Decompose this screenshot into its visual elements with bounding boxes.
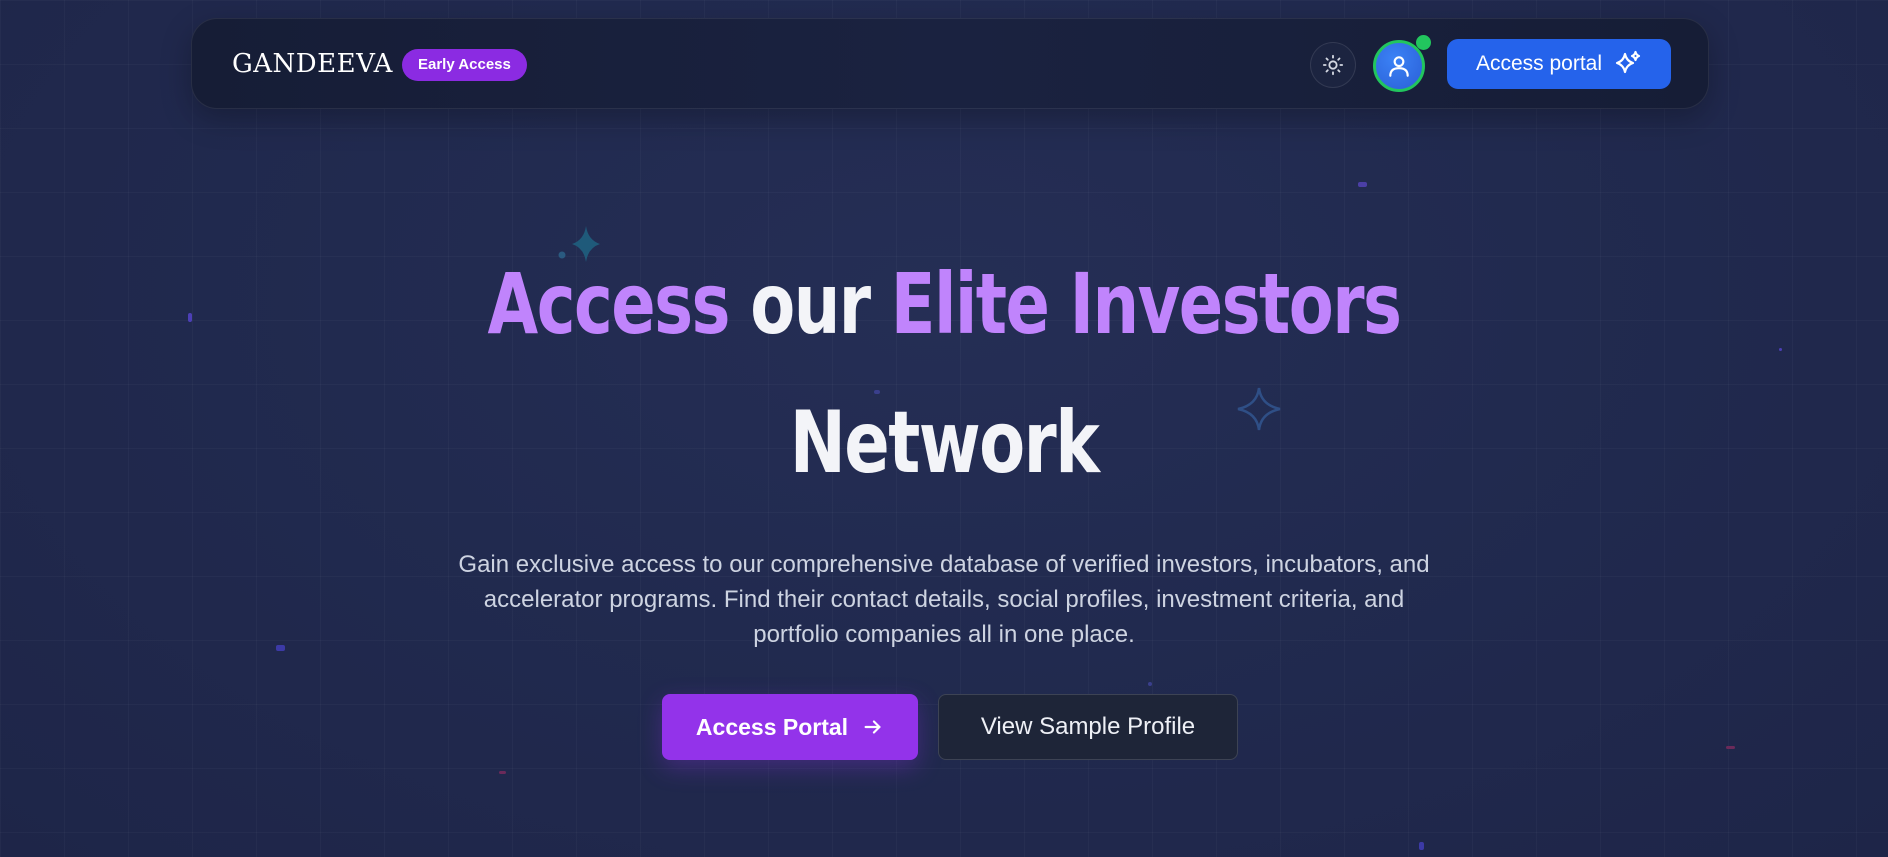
- access-portal-nav-label: Access portal: [1475, 52, 1603, 75]
- hero-title-line-1: Access our Elite Investors: [208, 262, 1681, 346]
- view-sample-profile-label: View Sample Profile: [980, 713, 1196, 740]
- hero-description: Gain exclusive access to our comprehensi…: [458, 551, 1430, 648]
- particle-dot: [1358, 182, 1367, 187]
- particle-dot: [1726, 746, 1735, 749]
- view-sample-profile-button[interactable]: View Sample Profile: [938, 694, 1238, 760]
- hero-title-elite-investors: Elite Investors: [890, 255, 1402, 353]
- particle-dot: [188, 313, 192, 322]
- hero-title-access: Access: [487, 255, 731, 353]
- hero-title-line-2: Network: [789, 393, 1100, 493]
- theme-toggle-button[interactable]: [1310, 42, 1356, 88]
- sparkles-icon: [1615, 50, 1641, 74]
- hero-title-our: our: [750, 255, 871, 353]
- access-portal-button-label: Access Portal: [695, 713, 849, 740]
- navbar: GANDEEVA Early Access Access portal: [191, 18, 1709, 109]
- online-status-dot: [1416, 35, 1431, 50]
- access-portal-nav-button[interactable]: Access portal: [1447, 39, 1671, 89]
- particle-dot: [1779, 348, 1782, 351]
- page: { "navbar": { "logo_text": "GANDEEVA", "…: [0, 0, 1888, 857]
- user-avatar-button[interactable]: [1373, 40, 1425, 92]
- access-portal-button[interactable]: Access Portal: [662, 694, 918, 760]
- sun-icon: [1322, 54, 1344, 76]
- early-access-badge: Early Access: [402, 49, 527, 81]
- particle-dot: [1148, 682, 1152, 686]
- particle-dot: [499, 771, 506, 774]
- arrow-right-icon: [864, 720, 881, 734]
- particle-dot: [276, 645, 285, 651]
- logo[interactable]: GANDEEVA: [232, 49, 393, 79]
- user-icon: [1389, 56, 1409, 77]
- particle-dot: [1419, 842, 1424, 850]
